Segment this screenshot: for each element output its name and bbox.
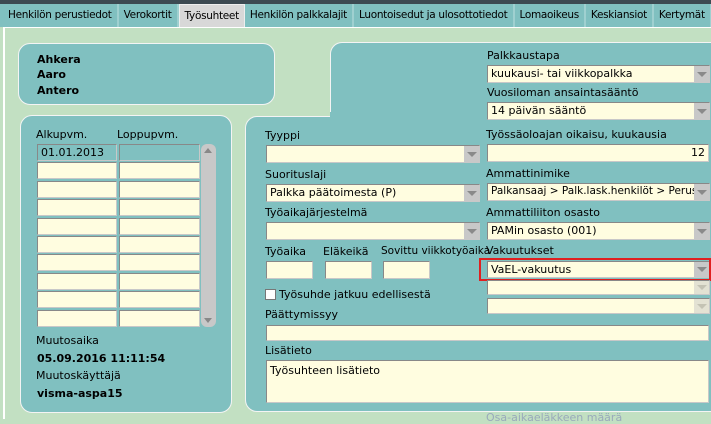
tab-lomaoikeus[interactable]: Lomaoikeus	[515, 4, 586, 27]
tab-henkilon-perustiedot[interactable]: Henkilön perustiedot	[3, 4, 119, 27]
osasto-value: PAMin osasto (001)	[491, 224, 597, 237]
chevron-down-icon	[694, 223, 709, 239]
jatkuu-checkbox[interactable]	[265, 289, 276, 300]
elakeika-input[interactable]	[325, 261, 372, 279]
tyoaikajarjestelma-label: Työaikajärjestelmä	[265, 206, 368, 219]
list-scrollbar[interactable]	[201, 144, 216, 327]
tyossaolo-input[interactable]: 12	[487, 144, 709, 162]
sovittu-label: Sovittu viikkotyöaika	[381, 245, 491, 257]
chevron-down-icon	[694, 103, 709, 119]
tyyppi-label: Tyyppi	[265, 129, 301, 142]
tab-bar: Henkilön perustiedot Verokortit Työsuhte…	[0, 4, 711, 27]
changed-label: Muutosaika	[36, 334, 99, 347]
lisatieto-label: Lisätieto	[265, 344, 312, 357]
tab-keskiansiot[interactable]: Keskiansiot	[586, 4, 654, 27]
changed-value: 05.09.2016 11:11:54	[37, 352, 166, 365]
jatkuu-label: Työsuhde jatkuu edellisestä	[279, 288, 431, 301]
vakuutukset-label: Vakuutukset	[486, 244, 554, 257]
vuosiloma-label: Vuosiloman ansaintasääntö	[487, 86, 639, 99]
chevron-down-icon	[694, 299, 709, 313]
loppupvm-cell[interactable]	[119, 199, 200, 217]
chevron-down-icon	[464, 185, 479, 201]
vuosiloma-value: 14 päivän sääntö	[491, 104, 587, 117]
loppupvm-cell[interactable]	[119, 144, 200, 161]
tab-palkkalajit[interactable]: Henkilön palkkalajit	[245, 4, 354, 27]
ammattinimike-value: Palkansaaj > Palk.lask.henkilöt > Perust…	[491, 185, 710, 197]
suorituslaji-select[interactable]: Palkka päätoimesta (P)	[266, 184, 480, 202]
tab-luontoisedut[interactable]: Luontoisedut ja ulosottotiedot	[354, 4, 515, 27]
chevron-down-icon	[464, 223, 479, 239]
palkkaustapa-select[interactable]: kuukausi- tai viikkopalkka	[487, 65, 710, 83]
loppupvm-cell[interactable]	[119, 309, 200, 327]
chevron-down-icon	[694, 66, 709, 82]
tyoaika-label: Työaika	[265, 245, 306, 258]
loppupvm-cell[interactable]	[119, 291, 200, 309]
palkkaustapa-label: Palkkaustapa	[487, 49, 560, 62]
lisatieto-textarea[interactable]: Työsuhteen lisätieto	[266, 360, 709, 403]
ammattinimike-label: Ammattinimike	[486, 167, 570, 180]
tyyppi-select[interactable]	[266, 145, 480, 163]
tab-kertymat[interactable]: Kertymät	[654, 4, 711, 27]
chevron-down-icon	[694, 184, 709, 200]
alkupvm-cell[interactable]	[37, 217, 117, 235]
first-name: Aaro	[37, 68, 66, 81]
loppupvm-cell[interactable]	[119, 217, 200, 235]
alkupvm-cell[interactable]	[37, 236, 117, 253]
osasto-label: Ammattiliiton osasto	[486, 206, 601, 219]
alkupvm-cell[interactable]	[37, 291, 117, 309]
elakeika-label: Eläkeikä	[323, 245, 369, 258]
sovittu-input[interactable]	[383, 261, 430, 279]
tyoaikajarjestelma-select[interactable]	[266, 222, 480, 240]
tab-tyosuhteet[interactable]: Työsuhteet	[178, 4, 245, 27]
scroll-down-icon[interactable]	[204, 318, 212, 323]
osasto-select[interactable]: PAMin osasto (001)	[487, 222, 710, 240]
tyoaika-input[interactable]	[266, 261, 313, 279]
highlight-box	[479, 258, 711, 281]
alkupvm-cell[interactable]	[37, 199, 117, 217]
chevron-down-icon	[464, 146, 479, 162]
tyossaolo-label: Työssäoloajan oikaisu, kuukausia	[486, 128, 667, 141]
loppupvm-cell[interactable]	[119, 236, 200, 253]
ammattinimike-select[interactable]: Palkansaaj > Palk.lask.henkilöt > Perust…	[487, 183, 710, 201]
loppupvm-cell[interactable]	[119, 272, 200, 290]
col-loppupvm: Loppupvm.	[117, 128, 179, 141]
suorituslaji-label: Suorituslaji	[265, 168, 327, 181]
alkupvm-cell[interactable]: 01.01.2013	[37, 144, 117, 161]
last-name: Ahkera	[37, 53, 81, 66]
loppupvm-cell[interactable]	[119, 180, 200, 198]
vuosiloma-select[interactable]: 14 päivän sääntö	[487, 102, 710, 120]
middle-name: Antero	[37, 84, 80, 97]
tyossaolo-value: 12	[691, 146, 705, 159]
alkupvm-cell[interactable]	[37, 309, 117, 327]
alkupvm-cell[interactable]	[37, 254, 117, 272]
scroll-up-icon[interactable]	[204, 148, 212, 153]
user-value: visma-aspa15	[37, 387, 123, 400]
alkupvm-cell[interactable]	[37, 162, 117, 180]
paattymissyy-label: Päättymissyy	[265, 308, 339, 321]
tab-verokortit[interactable]: Verokortit	[119, 4, 179, 27]
alkupvm-cell[interactable]	[37, 180, 117, 198]
paattymissyy-input[interactable]	[266, 325, 709, 341]
osa-aika-label: Osa-aikaeläkkeen määrä	[486, 411, 623, 424]
palkkaustapa-value: kuukausi- tai viikkopalkka	[491, 67, 633, 80]
col-alkupvm: Alkupvm.	[36, 128, 88, 141]
vakuutus-select-3[interactable]	[487, 298, 710, 314]
loppupvm-cell[interactable]	[119, 254, 200, 272]
vakuutus-select-2[interactable]	[487, 280, 710, 295]
loppupvm-cell[interactable]	[119, 162, 200, 180]
alkupvm-cell[interactable]	[37, 272, 117, 290]
user-label: Muutoskäyttäjä	[36, 369, 121, 382]
suorituslaji-value: Palkka päätoimesta (P)	[270, 186, 397, 199]
chevron-down-icon	[694, 281, 709, 294]
lisatieto-value: Työsuhteen lisätieto	[270, 364, 380, 377]
